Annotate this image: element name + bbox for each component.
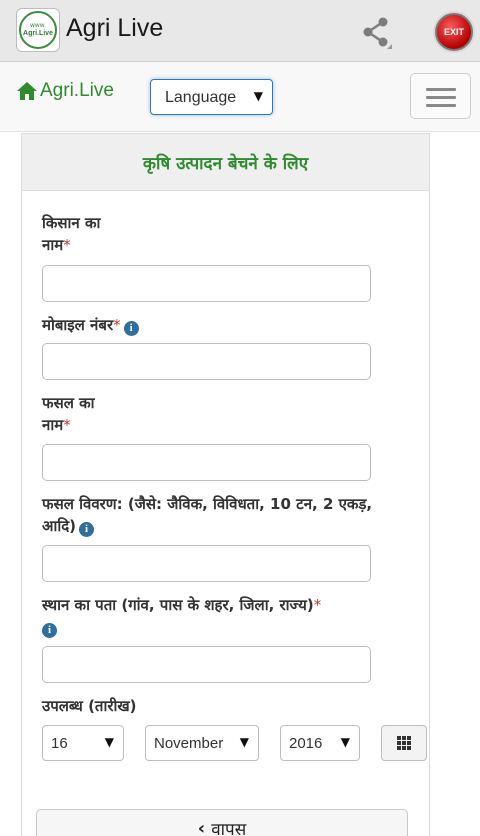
- dropdown-arrow-icon: ▼: [253, 89, 263, 103]
- crop-details-input[interactable]: [42, 545, 371, 582]
- crop-details-label: फसल विवरण: (जैसे: जैविक, विविधता, 10 टन,…: [42, 493, 412, 537]
- crop-details-label-line2: आदि): [42, 517, 77, 535]
- mobile-label: मोबाइल नंबर* i: [42, 314, 139, 336]
- crop-details-label-line1: फसल विवरण: (जैसे: जैविक, विविधता, 10 टन,…: [42, 495, 373, 513]
- share-icon: [363, 17, 392, 49]
- exit-label: EXIT: [443, 27, 464, 37]
- day-select-value: 16: [51, 735, 68, 752]
- language-select[interactable]: Language ▼: [150, 79, 273, 115]
- app-screen: www. Agri.Live Agri Live EXIT Agri.Live …: [0, 0, 480, 836]
- calendar-grid-icon: [397, 736, 411, 750]
- farmer-name-label: किसान का नाम*: [42, 212, 100, 256]
- available-date-label: उपलब्ध (तारीख): [42, 697, 137, 715]
- app-title: Agri Live: [66, 14, 164, 42]
- dropdown-arrow-icon: ▼: [104, 735, 114, 749]
- day-select[interactable]: 16 ▼: [42, 725, 124, 761]
- app-logo-text: Agri.Live: [23, 29, 53, 37]
- farmer-name-label-line1: किसान का: [42, 214, 101, 232]
- brand-link[interactable]: Agri.Live: [16, 80, 114, 102]
- back-button[interactable]: ‹ वापस: [36, 809, 408, 836]
- month-select[interactable]: November ▼: [145, 725, 259, 761]
- crop-name-label-line1: फसल का: [42, 394, 95, 412]
- crop-name-label: फसल का नाम*: [42, 392, 95, 436]
- year-select[interactable]: 2016 ▼: [280, 725, 360, 761]
- calendar-button[interactable]: [381, 725, 427, 761]
- language-select-value: Language: [165, 89, 237, 106]
- mobile-label-text: मोबाइल नंबर: [42, 316, 114, 334]
- exit-button[interactable]: EXIT: [432, 10, 476, 54]
- panel-heading: कृषि उत्पादन बेचने के लिए: [22, 134, 429, 191]
- share-button[interactable]: [354, 10, 398, 54]
- crop-name-input[interactable]: [42, 444, 371, 481]
- dropdown-arrow-icon: ▼: [340, 735, 350, 749]
- app-logo-emblem: www. Agri.Live: [19, 11, 57, 49]
- year-select-value: 2016: [289, 735, 323, 752]
- back-button-label: वापस: [211, 820, 247, 836]
- home-icon: [16, 81, 38, 101]
- menu-toggle-button[interactable]: [410, 73, 471, 119]
- chevron-left-icon: ‹: [197, 818, 206, 836]
- month-select-value: November: [154, 735, 224, 752]
- exit-icon: EXIT: [435, 13, 473, 51]
- mobile-input[interactable]: [42, 343, 371, 380]
- app-bar: www. Agri.Live Agri Live EXIT: [0, 0, 480, 62]
- required-mark: *: [313, 596, 322, 614]
- farmer-name-input[interactable]: [42, 265, 371, 302]
- required-mark: *: [63, 416, 71, 434]
- required-mark: *: [113, 316, 121, 334]
- required-mark: *: [63, 236, 71, 254]
- app-logo: www. Agri.Live: [16, 8, 60, 52]
- info-icon[interactable]: i: [42, 623, 57, 638]
- info-icon[interactable]: i: [123, 321, 139, 336]
- site-navbar: Agri.Live Language ▼: [0, 62, 480, 132]
- address-label-text: स्थान का पता (गांव, पास के शहर, जिला, रा…: [42, 596, 314, 614]
- address-input[interactable]: [42, 646, 371, 683]
- panel-title: कृषि उत्पादन बेचने के लिए: [142, 153, 309, 174]
- info-icon[interactable]: i: [79, 522, 95, 537]
- dropdown-arrow-icon: ▼: [239, 735, 249, 749]
- crop-name-label-line2: नाम: [42, 416, 64, 434]
- brand-text: Agri.Live: [40, 80, 114, 101]
- address-label: स्थान का पता (गांव, पास के शहर, जिला, रा…: [42, 594, 412, 638]
- farmer-name-label-line2: नाम: [42, 236, 64, 254]
